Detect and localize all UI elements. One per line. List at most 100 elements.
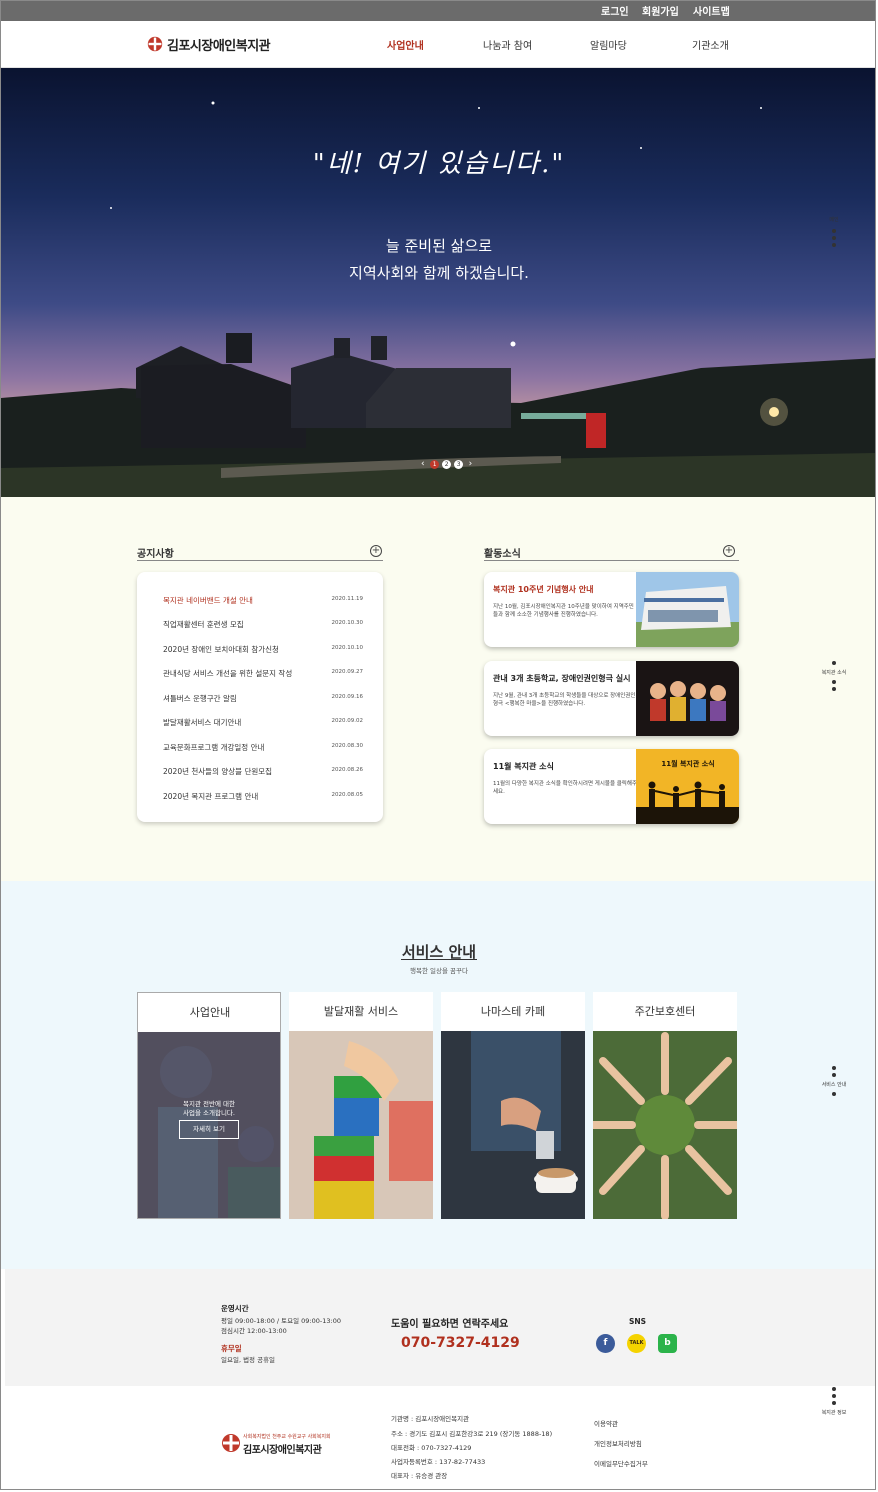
hours-title: 운영시간 [221, 1304, 249, 1313]
site-logo[interactable]: 김포시장애인복지관 [147, 34, 271, 54]
notice-item[interactable]: 교육문화프로그램 개강일정 안내 2020.08.30 [163, 742, 363, 756]
hero-page-1[interactable]: 1 [430, 459, 440, 469]
news-card[interactable]: 복지관 10주년 기념행사 안내 지난 10월, 김포시장애인복지관 10주년을… [484, 572, 739, 647]
notice-item[interactable]: 복지관 네이버밴드 개설 안내 2020.11.19 [163, 595, 363, 609]
notice-item[interactable]: 2020년 천사들의 양상블 단원모집 2020.08.26 [163, 766, 363, 780]
notice-item[interactable]: 2020년 장애인 보치아대회 참가신청 2020.10.10 [163, 644, 363, 658]
service-card-title: 사업안내 [138, 993, 280, 1032]
more-button[interactable]: 자세히 보기 [179, 1120, 239, 1139]
coffee-photo [441, 1031, 585, 1219]
notice-item-title: 셔틀버스 운행구간 알림 [163, 694, 237, 703]
news-card-desc: 지난 9월, 관내 3개 초등학교의 학생들을 대상으로 장애인권인형극 <행복… [493, 693, 636, 707]
login-link[interactable]: 로그인 [601, 3, 629, 18]
news-card[interactable]: 11월 복지관 소식 11월의 다양한 복지관 소식을 확인하시려면 게시물을 … [484, 749, 739, 824]
naver-band-icon[interactable]: b [658, 1334, 677, 1353]
hero-page-3[interactable]: 3 [454, 459, 464, 469]
facebook-icon[interactable]: f [596, 1334, 615, 1353]
service-card-daycare[interactable]: 주간보호센터 [593, 992, 737, 1219]
overlay-line2: 사업을 소개합니다. [183, 1109, 235, 1117]
notice-item-date: 2020.09.16 [331, 694, 364, 700]
side-nav-service[interactable]: 서비스 안내 [819, 1063, 849, 1099]
news-card-desc: 지난 10월, 김포시장애인복지관 10주년을 맞이하여 지역주민들과 함께 소… [493, 604, 634, 618]
hero-banner: "네! 여기 있습니다." 늘 준비된 삶으로 지역사회와 함께 하겠습니다. … [1, 68, 875, 497]
side-nav-main-label: 메인 [829, 217, 839, 223]
privacy-link[interactable]: 개인정보처리방침 [594, 1438, 642, 1448]
news-card-title: 복지관 10주년 기념행사 안내 [493, 585, 594, 594]
service-card-rehab[interactable]: 발달재활 서비스 [289, 992, 433, 1219]
terms-link[interactable]: 이용약관 [594, 1418, 618, 1428]
nav-notice-board[interactable]: 알림마당 [590, 37, 627, 52]
side-dot-icon [832, 236, 836, 240]
news-card-title: 11월 복지관 소식 [493, 762, 554, 771]
side-nav-info[interactable]: 복지관 정보 [819, 1384, 849, 1416]
hours-text: 평일 09:00-18:00 / 토요일 09:00-13:00 점심시간 12… [221, 1316, 341, 1336]
footer-org-name: 기관명 : 김포시장애인복지관 [391, 1415, 470, 1423]
footer-representative: 대표자 : 유승경 관장 [391, 1472, 448, 1480]
nav-sharing[interactable]: 나눔과 참여 [483, 37, 532, 52]
notice-item[interactable]: 직업재활센터 훈련생 모집 2020.10.30 [163, 619, 363, 633]
side-dot-icon [832, 1066, 836, 1070]
sns-title: SNS [629, 1317, 647, 1326]
side-nav-main[interactable]: 메인 [819, 216, 849, 250]
hero-subtitle-line2: 지역사회와 함께 하겠습니다. [349, 264, 529, 282]
help-title: 도움이 필요하면 연락주세요 [391, 1319, 509, 1330]
notice-more-plus-icon[interactable]: + [370, 545, 382, 557]
side-dot-icon [832, 1387, 836, 1391]
email-refusal-link[interactable]: 이메일무단수집거부 [594, 1458, 648, 1468]
side-dot-icon [832, 1092, 836, 1096]
hero-prev-arrow[interactable]: ‹ [421, 459, 425, 469]
hours-line1: 평일 09:00-18:00 / 토요일 09:00-13:00 [221, 1317, 341, 1325]
service-section [1, 881, 875, 1269]
footer-address: 주소 : 경기도 김포시 김포한강3로 219 (장기동 1888-18) [391, 1430, 553, 1438]
notice-divider [137, 560, 383, 561]
footer-logo-org: 사회복지법인 천주교 수원교구 사회복지회 [243, 1434, 331, 1440]
notice-item[interactable]: 2020년 복지관 프로그램 안내 2020.08.05 [163, 791, 363, 805]
service-card-title: 나마스테 카페 [441, 992, 585, 1031]
kakaotalk-icon[interactable]: TALK [627, 1334, 646, 1353]
sitemap-link[interactable]: 사이트맵 [693, 3, 730, 18]
hours-line2: 점심시간 12:00-13:00 [221, 1327, 287, 1335]
side-nav-news-label: 복지관 소식 [821, 670, 847, 676]
notice-item-date: 2020.08.26 [331, 767, 364, 773]
service-card-title: 주간보호센터 [593, 992, 737, 1031]
side-dot-icon [832, 1394, 836, 1398]
news-card-desc: 11월의 다양한 복지관 소식을 확인하시려면 게시물을 클릭해주세요. [493, 781, 637, 795]
hero-page-2[interactable]: 2 [442, 459, 452, 469]
caritas-flame-icon [147, 36, 163, 52]
service-card-business[interactable]: 사업안내 복지관 전반에 대한 사업을 소개합니다. 자세히 보기 [137, 992, 281, 1219]
thumb-caption: 11월 복지관 소식 [661, 759, 714, 768]
side-nav-news[interactable]: 복지관 소식 [819, 658, 849, 694]
page-frame: 로그인 회원가입 사이트맵 김포시장애인복지관 사업안내 나눔과 참여 알림마당… [0, 0, 876, 1490]
notice-item[interactable]: 셔틀버스 운행구간 알림 2020.09.16 [163, 693, 363, 707]
notice-item-title: 복지관 네이버밴드 개설 안내 [163, 596, 253, 605]
side-nav-service-label: 서비스 안내 [821, 1082, 847, 1088]
notice-item-title: 2020년 장애인 보치아대회 참가신청 [163, 645, 279, 654]
service-card-overlay-text: 복지관 전반에 대한 사업을 소개합니다. [138, 1100, 280, 1118]
notice-item-title: 교육문화프로그램 개강일정 안내 [163, 743, 265, 752]
hero-pagination: ‹ 1 2 3 › [417, 459, 476, 469]
hands-circle-photo [593, 1031, 737, 1219]
phone-number[interactable]: 070-7327-4129 [401, 1335, 520, 1351]
nav-about[interactable]: 기관소개 [692, 37, 729, 52]
footer-logo-name: 김포시장애인복지관 [243, 1445, 322, 1456]
notice-item-date: 2020.08.30 [331, 743, 364, 749]
logo-text: 김포시장애인복지관 [167, 38, 271, 54]
news-more-plus-icon[interactable]: + [723, 545, 735, 557]
side-dot-icon [832, 680, 836, 684]
notice-item-title: 관내식당 서비스 개선을 위한 설문지 작성 [163, 669, 293, 678]
notice-item-date: 2020.09.02 [331, 718, 364, 724]
silhouette-photo: 11월 복지관 소식 [636, 749, 739, 824]
signup-link[interactable]: 회원가입 [642, 3, 679, 18]
site-header: 김포시장애인복지관 사업안내 나눔과 참여 알림마당 기관소개 [1, 21, 875, 68]
service-card-cafe[interactable]: 나마스테 카페 [441, 992, 585, 1219]
notice-item[interactable]: 발달재활서비스 대기안내 2020.09.02 [163, 717, 363, 731]
nav-business[interactable]: 사업안내 [387, 37, 424, 52]
news-card[interactable]: 관내 3개 초등학교, 장애인권인형극 실시 지난 9월, 관내 3개 초등학교… [484, 661, 739, 736]
side-dot-icon [832, 661, 836, 665]
hero-next-arrow[interactable]: › [469, 459, 473, 469]
side-dot-icon [832, 229, 836, 233]
footer-phone: 대표전화 : 070-7327-4129 [391, 1444, 472, 1452]
notice-item-title: 발달재활서비스 대기안내 [163, 718, 242, 727]
notice-item[interactable]: 관내식당 서비스 개선을 위한 설문지 작성 2020.09.27 [163, 668, 363, 682]
caritas-flame-icon [222, 1434, 240, 1452]
